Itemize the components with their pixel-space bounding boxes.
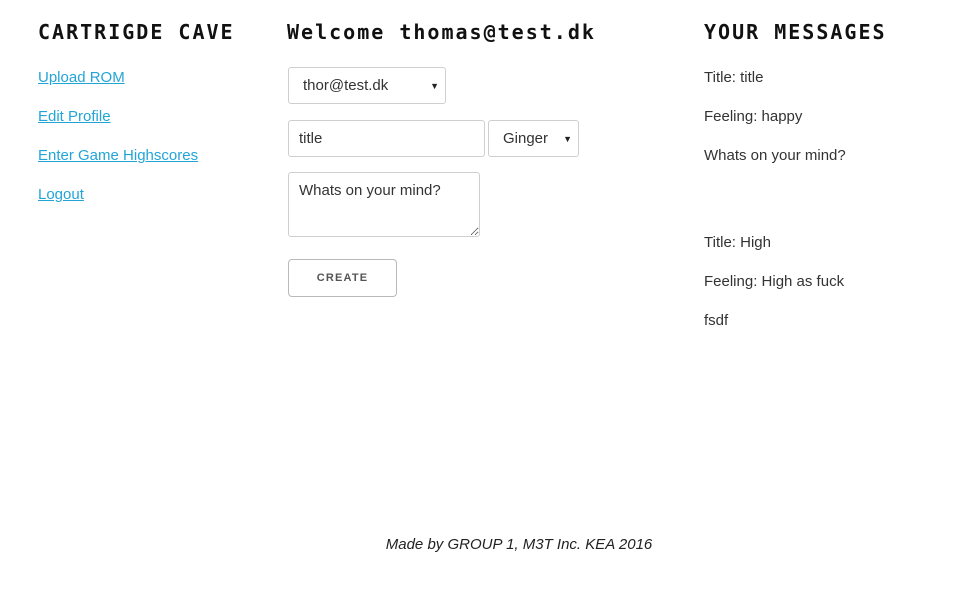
- title-input[interactable]: [288, 120, 485, 157]
- message-body: Whats on your mind?: [704, 147, 846, 164]
- message-feeling: Feeling: happy: [704, 108, 803, 125]
- message-feeling: Feeling: High as fuck: [704, 273, 845, 290]
- caret-down-icon: ▼: [563, 133, 572, 144]
- message-body: fsdf: [704, 312, 729, 329]
- message-title: Title: title: [704, 69, 764, 86]
- nav-link-upload-rom[interactable]: Upload ROM: [38, 69, 125, 86]
- mind-textarea[interactable]: [288, 172, 480, 237]
- messages-heading: YOUR MESSAGES: [704, 20, 887, 44]
- site-title: CARTRIGDE CAVE: [38, 20, 235, 44]
- nav-link-edit-profile[interactable]: Edit Profile: [38, 108, 111, 125]
- welcome-heading: Welcome thomas@test.dk: [287, 20, 596, 44]
- recipient-select-value: thor@test.dk: [303, 77, 389, 94]
- footer-text: Made by GROUP 1, M3T Inc. KEA 2016: [385, 536, 653, 553]
- recipient-select[interactable]: thor@test.dk ▼: [288, 67, 446, 104]
- feeling-select[interactable]: Ginger ▼: [488, 120, 579, 157]
- message-title: Title: High: [704, 234, 771, 251]
- nav-link-enter-highscores[interactable]: Enter Game Highscores: [38, 147, 198, 164]
- nav-link-logout[interactable]: Logout: [38, 186, 84, 203]
- caret-down-icon: ▼: [430, 80, 439, 91]
- create-button[interactable]: CREATE: [288, 259, 397, 297]
- feeling-select-value: Ginger: [503, 130, 549, 147]
